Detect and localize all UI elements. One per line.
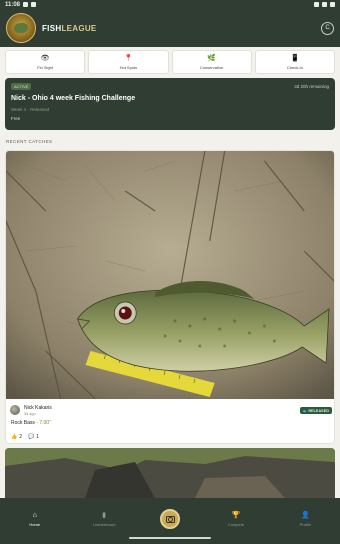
status-time: 11:08	[5, 1, 21, 8]
wifi-icon	[314, 2, 319, 7]
notification-icon	[23, 2, 29, 7]
bar-chart-icon: ▮	[102, 512, 107, 519]
notification-icon	[31, 2, 37, 7]
person-icon: 👤	[300, 512, 310, 519]
battery-icon	[330, 2, 335, 7]
thumbs-up-icon: 👍	[11, 434, 18, 440]
trophy-icon: 🏆	[231, 512, 241, 519]
quick-action-label: Check-In	[286, 64, 303, 70]
quick-action-fin-sight[interactable]: 👁 Fin Sight	[5, 50, 86, 74]
catch-time-ago: 3d ago	[24, 411, 36, 416]
catch-actions: 👍 2 💬 1	[11, 434, 39, 440]
quick-action-label: Fin Sight	[37, 64, 54, 70]
fish-emblem-icon	[14, 23, 28, 33]
circle-c-icon[interactable]: C	[321, 21, 334, 35]
challenge-subtitle: Week 4 · Released	[11, 107, 50, 112]
phone-icon: 📱	[290, 54, 300, 62]
catch-username[interactable]: Nick Kakaris	[24, 405, 52, 411]
home-icon: ⌂	[32, 512, 37, 519]
catch-card-photo-partial[interactable]	[5, 448, 335, 498]
nav-label: Home	[29, 522, 41, 527]
catch-species: Rock Bass	[11, 420, 35, 426]
brand-name: FISHLEAGUE	[42, 24, 97, 33]
nav-label: Leaderboard	[92, 522, 116, 527]
brand-part-league: LEAGUE	[61, 23, 97, 33]
nav-compete[interactable]: 🏆 Compete	[201, 512, 270, 527]
comment-icon: 💬	[28, 434, 35, 440]
nav-leaderboard[interactable]: ▮ Leaderboard	[69, 512, 138, 527]
nav-label: Profile	[299, 522, 311, 527]
challenge-status-badge: ACTIVE	[11, 83, 32, 90]
nav-home[interactable]: ⌂ Home	[0, 512, 69, 527]
challenge-time-remaining: 3d 20h remaining	[294, 84, 329, 89]
avatar[interactable]	[10, 405, 20, 415]
app-header: FISHLEAGUE C	[0, 9, 340, 47]
plant-icon: 🌿	[207, 54, 216, 62]
quick-action-label: Hot Spots	[119, 64, 138, 70]
status-bar: 11:08	[0, 0, 340, 9]
challenge-card[interactable]: ACTIVE 3d 20h remaining Nick - Ohio 4 we…	[5, 78, 335, 130]
catch-card[interactable]: Nick Kakaris 3d ago 🐟 RELEASED Rock Bass…	[5, 150, 335, 444]
eye-icon: 👁	[40, 54, 50, 62]
fishleague-logo[interactable]	[6, 13, 36, 43]
like-count: 2	[19, 434, 23, 440]
signal-icon	[322, 2, 327, 7]
comment-count: 1	[36, 434, 40, 440]
quick-actions: 👁 Fin Sight 📍 Hot Spots 🌿 Conservation 📱…	[5, 50, 335, 74]
home-indicator[interactable]	[129, 537, 211, 539]
recent-catches-heading: RECENT CATCHES	[6, 139, 53, 144]
catch-length: 7.00"	[39, 420, 51, 426]
comment-button[interactable]: 💬 1	[28, 434, 39, 440]
catch-photo[interactable]	[6, 151, 334, 399]
quick-action-check-in[interactable]: 📱 Check-In	[254, 50, 335, 74]
nav-profile[interactable]: 👤 Profile	[271, 512, 340, 527]
location-pin-icon: 📍	[124, 54, 133, 62]
camera-button[interactable]	[160, 509, 180, 529]
challenge-type: Free	[11, 116, 21, 121]
challenge-title: Nick - Ohio 4 week Fishing Challenge	[11, 95, 136, 102]
brand-part-fish: FISH	[42, 23, 62, 33]
quick-action-label: Conservation	[199, 64, 224, 70]
nav-label: Compete	[227, 522, 245, 527]
released-badge: 🐟 RELEASED	[299, 406, 332, 414]
quick-action-conservation[interactable]: 🌿 Conservation	[171, 50, 252, 74]
camera-icon	[165, 515, 175, 523]
like-button[interactable]: 👍 2	[11, 434, 22, 440]
catch-species-line: Rock Bass - 7.00"	[11, 420, 51, 426]
quick-action-hot-spots[interactable]: 📍 Hot Spots	[88, 50, 169, 74]
released-label: RELEASED	[308, 408, 329, 413]
